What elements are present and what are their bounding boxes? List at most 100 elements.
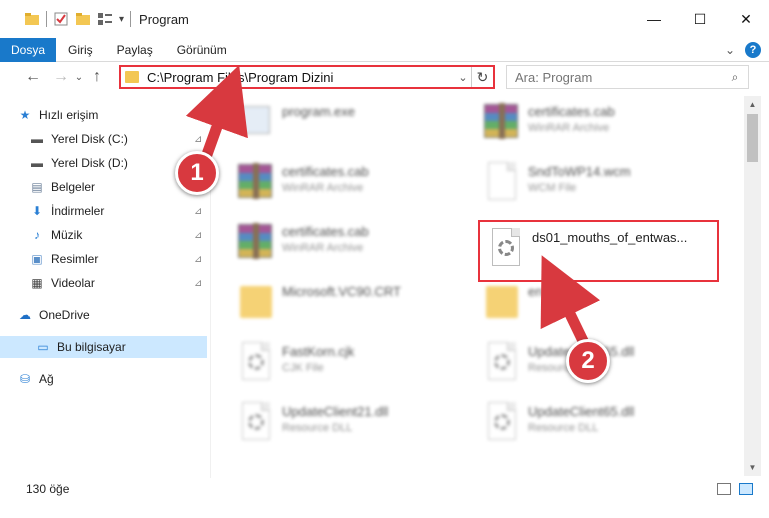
sidebar-item-label: Hızlı erişim bbox=[39, 108, 99, 122]
file-meta: FastKorn.cjk CJK File bbox=[282, 340, 354, 374]
scroll-down-icon[interactable]: ▼ bbox=[744, 459, 761, 476]
pin-icon[interactable]: ⊿ bbox=[194, 278, 206, 289]
sidebar-item[interactable]: ▦ Videolar ⊿ bbox=[28, 272, 206, 294]
drive-icon: ▬ bbox=[31, 156, 43, 170]
gear-file-icon bbox=[234, 340, 274, 384]
file-type: WinRAR Archive bbox=[282, 242, 364, 254]
folder-file-icon bbox=[234, 280, 274, 324]
item-count: 130 öğe bbox=[26, 482, 70, 496]
file-meta: en bbox=[528, 280, 542, 299]
tab-view[interactable]: Görünüm bbox=[165, 43, 239, 57]
minimize-button[interactable]: — bbox=[631, 0, 677, 38]
sidebar-item[interactable]: ▭ Bu bilgisayar bbox=[0, 336, 207, 358]
file-name: en bbox=[528, 284, 543, 299]
exe-file-icon bbox=[234, 100, 274, 144]
file-type: WCM File bbox=[528, 182, 577, 194]
file-name: SndToWP14.wcm bbox=[528, 164, 631, 179]
sidebar-item[interactable]: ▣ Resimler ⊿ bbox=[28, 248, 206, 270]
file-item[interactable]: ds01_mouths_of_entwas... bbox=[478, 220, 719, 282]
file-item[interactable]: en bbox=[480, 280, 718, 334]
gear-file-icon bbox=[484, 226, 524, 270]
address-bar[interactable]: C:\Program Files\Program Dizini ⌄ ↻ bbox=[119, 65, 495, 89]
view-switcher bbox=[717, 483, 753, 495]
toolbar-separator bbox=[130, 11, 132, 27]
file-item[interactable]: Microsoft.VC90.CRT bbox=[234, 280, 472, 334]
scroll-up-icon[interactable]: ▲ bbox=[744, 96, 761, 113]
vertical-scrollbar[interactable]: ▲ ▼ bbox=[744, 96, 761, 476]
pin-icon[interactable]: ⊿ bbox=[194, 230, 206, 241]
sidebar-item[interactable]: ⛁ Ağ bbox=[16, 368, 206, 390]
tab-file[interactable]: Dosya bbox=[0, 37, 56, 62]
pictures-icon: ▣ bbox=[31, 252, 43, 266]
search-box[interactable]: ⌕ bbox=[506, 65, 749, 89]
tab-share[interactable]: Paylaş bbox=[105, 43, 165, 57]
star-icon: ★ bbox=[19, 108, 31, 122]
file-meta: certificates.cab WinRAR Archive bbox=[282, 160, 369, 194]
sidebar-item-label: Bu bilgisayar bbox=[57, 340, 126, 354]
forward-button[interactable]: → bbox=[50, 68, 72, 86]
title-bar: ▾ Program — ☐ ✕ bbox=[0, 0, 769, 38]
folder-file-icon bbox=[480, 280, 520, 324]
doc-file-icon bbox=[480, 160, 520, 204]
file-item[interactable]: UpdateClient65.dll Resource DLL bbox=[480, 400, 718, 454]
properties-icon[interactable] bbox=[53, 11, 69, 27]
file-item[interactable]: program.exe bbox=[234, 100, 472, 154]
pin-icon[interactable]: ⊿ bbox=[194, 134, 206, 145]
file-item[interactable]: UpdateClient21.dll Resource DLL bbox=[234, 400, 472, 454]
file-item[interactable]: SndToWP14.wcm WCM File bbox=[480, 160, 718, 214]
ribbon-tabs: Dosya Giriş Paylaş Görünüm ⌄ ? bbox=[0, 37, 769, 62]
file-name: certificates.cab bbox=[282, 164, 369, 179]
address-path[interactable]: C:\Program Files\Program Dizini bbox=[147, 70, 455, 85]
file-item[interactable]: certificates.cab WinRAR Archive bbox=[480, 100, 718, 154]
file-type: WinRAR Archive bbox=[528, 122, 610, 134]
view-options-icon[interactable] bbox=[97, 12, 113, 26]
new-folder-icon[interactable] bbox=[75, 12, 91, 26]
file-meta: UpdateClient65.dll Resource DLL bbox=[528, 400, 634, 434]
network-icon: ⛁ bbox=[19, 372, 31, 386]
sidebar-item[interactable]: ♪ Müzik ⊿ bbox=[28, 224, 206, 246]
sidebar-item[interactable]: ☁ OneDrive bbox=[16, 304, 206, 326]
file-meta: certificates.cab WinRAR Archive bbox=[282, 220, 369, 254]
video-icon: ▦ bbox=[31, 276, 43, 290]
navigation-pane: ★ Hızlı erişim ▬ Yerel Disk (C:) ⊿ ▬ Yerel Dis… bbox=[0, 96, 210, 476]
sidebar-item[interactable]: ★ Hızlı erişim bbox=[16, 104, 206, 126]
refresh-button[interactable]: ↻ bbox=[471, 67, 493, 87]
sidebar-item-label: Videolar bbox=[51, 276, 95, 290]
rar-file-icon bbox=[480, 100, 520, 144]
details-view-icon[interactable] bbox=[717, 483, 731, 495]
up-button[interactable]: ↑ bbox=[86, 68, 108, 86]
pane-divider[interactable] bbox=[210, 92, 211, 478]
address-dropdown-icon[interactable]: ⌄ bbox=[455, 71, 471, 84]
quick-access-toolbar: ▾ bbox=[24, 11, 132, 27]
close-button[interactable]: ✕ bbox=[723, 0, 769, 38]
sidebar-item-label: Müzik bbox=[51, 228, 83, 242]
recent-locations-button[interactable]: ⌄ bbox=[72, 72, 86, 83]
file-item[interactable]: certificates.cab WinRAR Archive bbox=[234, 160, 472, 214]
maximize-button[interactable]: ☐ bbox=[677, 0, 723, 38]
sidebar-item[interactable]: ▬ Yerel Disk (C:) ⊿ bbox=[28, 128, 206, 150]
expand-ribbon-icon[interactable]: ⌄ bbox=[725, 43, 735, 57]
cloud-icon: ☁ bbox=[19, 308, 31, 322]
scroll-thumb[interactable] bbox=[747, 114, 758, 162]
download-icon: ⬇ bbox=[31, 204, 43, 218]
gear-file-icon bbox=[234, 400, 274, 444]
tab-home[interactable]: Giriş bbox=[56, 43, 105, 57]
large-icons-view-icon[interactable] bbox=[739, 483, 753, 495]
sidebar-item-label: Yerel Disk (D:) bbox=[51, 156, 128, 170]
navigation-bar: ← → ⌄ ↑ C:\Program Files\Program Dizini … bbox=[0, 62, 769, 92]
rar-file-icon bbox=[234, 160, 274, 204]
customize-dropdown-icon[interactable]: ▾ bbox=[119, 14, 124, 25]
file-meta: ds01_mouths_of_entwas... bbox=[532, 226, 687, 245]
help-icon[interactable]: ? bbox=[745, 42, 761, 58]
search-input[interactable] bbox=[515, 69, 722, 85]
back-button[interactable]: ← bbox=[22, 68, 44, 86]
sidebar-item-label: Ağ bbox=[39, 372, 54, 386]
file-item[interactable]: certificates.cab WinRAR Archive bbox=[234, 220, 472, 274]
pin-icon[interactable]: ⊿ bbox=[194, 254, 206, 265]
music-icon: ♪ bbox=[34, 228, 40, 242]
search-icon[interactable]: ⌕ bbox=[722, 70, 748, 85]
sidebar-item[interactable]: ⬇ İndirmeler ⊿ bbox=[28, 200, 206, 222]
file-item[interactable]: FastKorn.cjk CJK File bbox=[234, 340, 472, 394]
file-meta: SndToWP14.wcm WCM File bbox=[528, 160, 631, 194]
pin-icon[interactable]: ⊿ bbox=[194, 206, 206, 217]
